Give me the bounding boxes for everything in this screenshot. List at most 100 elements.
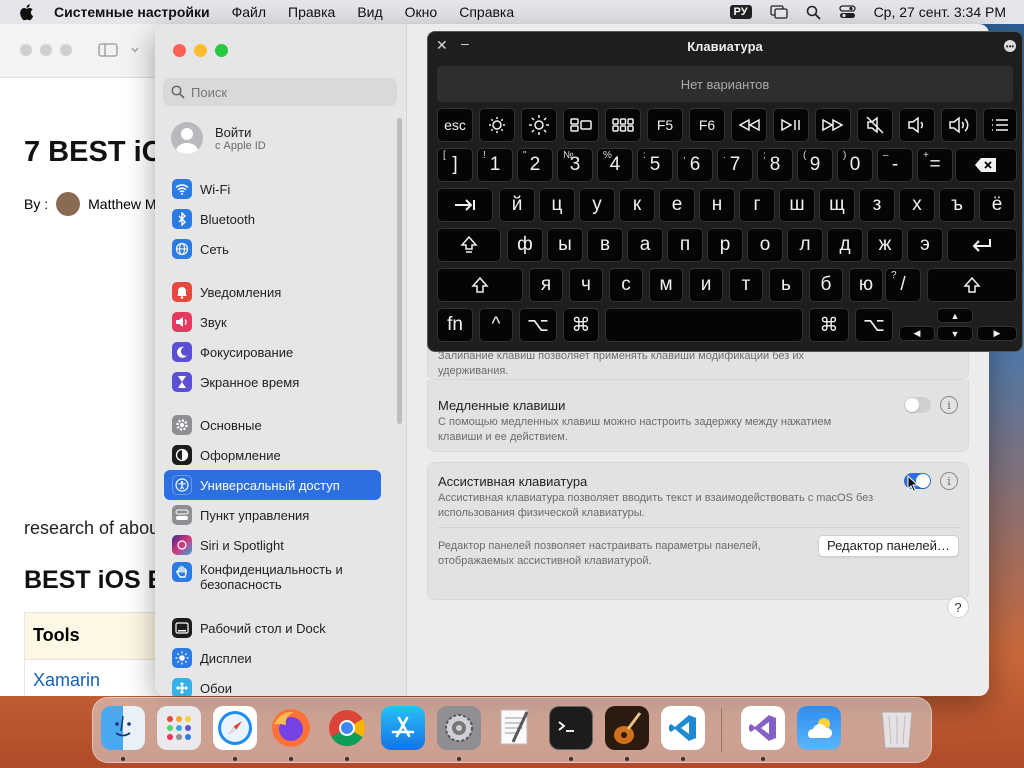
key-fn[interactable]: fn: [437, 308, 473, 342]
key-letter[interactable]: ё: [979, 188, 1015, 222]
search-input[interactable]: [191, 84, 371, 100]
menu-file[interactable]: Файл: [232, 4, 266, 20]
spotlight-search-icon[interactable]: [806, 5, 821, 20]
assistive-keyboard-info-icon[interactable]: i: [940, 472, 958, 490]
weather-icon[interactable]: [797, 706, 841, 750]
launchpad-icon[interactable]: [157, 706, 201, 750]
system-settings-icon[interactable]: [437, 706, 481, 750]
key-slash[interactable]: ? /: [885, 268, 921, 302]
key-letter[interactable]: б: [809, 268, 843, 302]
key-number[interactable]: % 4: [597, 148, 633, 182]
key-number[interactable]: ) 0: [837, 148, 873, 182]
key-number[interactable]: + =: [917, 148, 953, 182]
safari-icon[interactable]: [213, 706, 257, 750]
key-letter[interactable]: м: [649, 268, 683, 302]
key-f6[interactable]: F6: [689, 108, 725, 142]
key-letter[interactable]: я: [529, 268, 563, 302]
key-command-left[interactable]: ⌘: [563, 308, 599, 342]
key-letter[interactable]: д: [827, 228, 863, 262]
sidebar-item-privacy[interactable]: Конфиденциальность и безопасность: [164, 558, 381, 598]
menu-window[interactable]: Окно: [405, 4, 438, 20]
menu-app-name[interactable]: Системные настройки: [54, 4, 210, 20]
key-brightness-down[interactable]: [479, 108, 515, 142]
key-return[interactable]: [947, 228, 1017, 262]
textedit-icon[interactable]: [493, 706, 537, 750]
key-launchpad[interactable]: [605, 108, 641, 142]
key-letter[interactable]: ж: [867, 228, 903, 262]
menu-help[interactable]: Справка: [459, 4, 514, 20]
chevron-down-icon[interactable]: [131, 47, 139, 53]
key-volume-down[interactable]: [899, 108, 935, 142]
key-arrow-down[interactable]: ▼: [937, 326, 973, 341]
key-fast-forward[interactable]: [815, 108, 851, 142]
key-letter[interactable]: ю: [849, 268, 883, 302]
close-window-button[interactable]: [173, 44, 186, 57]
key-letter[interactable]: ч: [569, 268, 603, 302]
key-letter[interactable]: ф: [507, 228, 543, 262]
key-letter[interactable]: э: [907, 228, 943, 262]
screen-mirroring-icon[interactable]: [769, 5, 788, 19]
key-f5[interactable]: F5: [647, 108, 683, 142]
key-number[interactable]: (9: [797, 148, 833, 182]
table-cell-link[interactable]: Xamarin: [25, 659, 174, 696]
key-letter[interactable]: щ: [819, 188, 855, 222]
app-store-icon[interactable]: [381, 706, 425, 750]
sidebar-item-wifi[interactable]: Wi-Fi: [164, 174, 381, 204]
key-number[interactable]: " 2: [517, 148, 553, 182]
key-letter[interactable]: н: [699, 188, 735, 222]
garageband-icon[interactable]: [605, 706, 649, 750]
sidebar-item-displays[interactable]: Дисплеи: [164, 643, 381, 673]
sidebar-item-desktop-dock[interactable]: Рабочий стол и Dock: [164, 613, 381, 643]
key-mute[interactable]: [857, 108, 893, 142]
menu-datetime[interactable]: Ср, 27 сент. 3:34 PM: [874, 4, 1006, 20]
key-number[interactable]: № 3: [557, 148, 593, 182]
key-mission-control[interactable]: [563, 108, 599, 142]
help-button[interactable]: ?: [947, 596, 969, 618]
sidebar-item-notifications[interactable]: Уведомления: [164, 277, 381, 307]
input-source-badge[interactable]: РУ: [729, 5, 752, 19]
key-number[interactable]: – -: [877, 148, 913, 182]
terminal-icon[interactable]: [549, 706, 593, 750]
sidebar-item-network[interactable]: Сеть: [164, 234, 381, 264]
key-letter[interactable]: х: [899, 188, 935, 222]
key-letter[interactable]: р: [707, 228, 743, 262]
sidebar-scrollbar[interactable]: [397, 118, 402, 424]
key-letter[interactable]: ш: [779, 188, 815, 222]
key-letter[interactable]: ы: [547, 228, 583, 262]
sidebar-item-screen-time[interactable]: Экранное время: [164, 367, 381, 397]
sidebar-item-accessibility[interactable]: Универсальный доступ: [164, 470, 381, 500]
key-number[interactable]: ,6: [677, 148, 713, 182]
key-arrow-up[interactable]: ▲: [937, 308, 973, 323]
panel-editor-button[interactable]: Редактор панелей…: [818, 535, 959, 557]
key-number[interactable]: ! 1: [477, 148, 513, 182]
key-letter[interactable]: т: [729, 268, 763, 302]
key-number[interactable]: .7: [717, 148, 753, 182]
key-number[interactable]: :5: [637, 148, 673, 182]
key-letter[interactable]: у: [579, 188, 615, 222]
chrome-icon[interactable]: [325, 706, 369, 750]
sidebar-toggle-icon[interactable]: [98, 43, 118, 57]
sidebar-item-control-center[interactable]: Пункт управления: [164, 500, 381, 530]
minimize-window-button[interactable]: [194, 44, 207, 57]
key-letter[interactable]: и: [689, 268, 723, 302]
key-command-right[interactable]: ⌘: [809, 308, 849, 342]
key-letter[interactable]: к: [619, 188, 655, 222]
key-letter[interactable]: й: [499, 188, 535, 222]
sidebar-search[interactable]: [163, 78, 397, 106]
key-arrow-left[interactable]: ◀: [899, 326, 935, 341]
zoom-window-button[interactable]: [215, 44, 228, 57]
key-letter[interactable]: с: [609, 268, 643, 302]
slow-keys-toggle[interactable]: [904, 397, 931, 413]
more-options-icon[interactable]: •••: [1004, 40, 1016, 52]
key-letter[interactable]: в: [587, 228, 623, 262]
key-panel-menu[interactable]: [983, 108, 1017, 142]
sidebar-item-sound[interactable]: Звук: [164, 307, 381, 337]
apple-menu-icon[interactable]: [18, 3, 36, 21]
sidebar-item-bluetooth[interactable]: Bluetooth: [164, 204, 381, 234]
slow-keys-info-icon[interactable]: i: [940, 396, 958, 414]
key-shift-right[interactable]: [927, 268, 1017, 302]
control-center-icon[interactable]: [838, 5, 856, 19]
sidebar-item-focus[interactable]: Фокусирование: [164, 337, 381, 367]
key-option-left[interactable]: ⌥: [519, 308, 557, 342]
key-letter[interactable]: л: [787, 228, 823, 262]
